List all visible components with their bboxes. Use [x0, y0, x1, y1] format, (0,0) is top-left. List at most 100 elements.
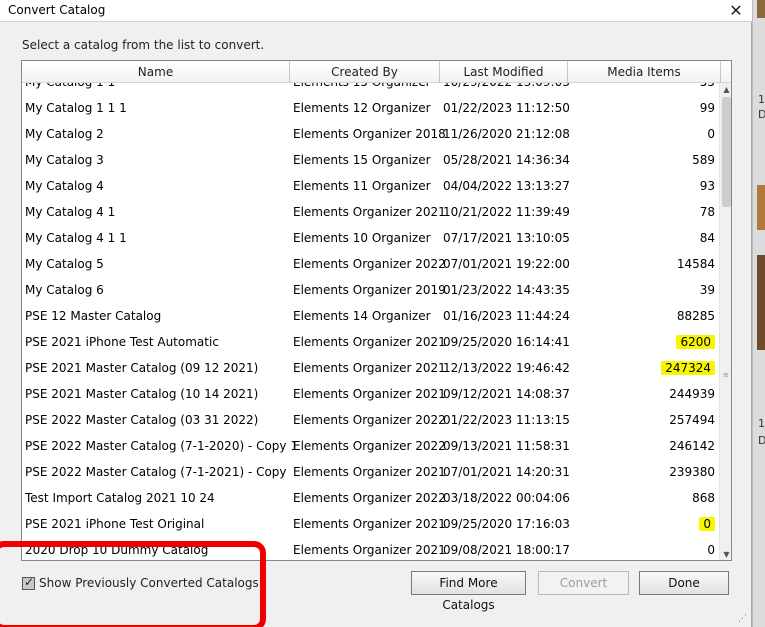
- media-value: 39: [699, 283, 715, 297]
- catalog-name-cell: 2020 Drop 10 Dummy Catalog: [25, 543, 209, 557]
- media-value: 244939: [669, 387, 715, 401]
- column-header-created-by[interactable]: Created By: [290, 61, 440, 83]
- catalog-name-cell: PSE 2022 Master Catalog (7-1-2021) - Cop…: [25, 465, 287, 479]
- table-row[interactable]: 2020 Drop 10 Dummy Catalog Elements Organ…: [22, 537, 719, 560]
- created-by-cell: Elements 12 Organizer: [293, 101, 431, 115]
- table-row[interactable]: My Catalog 5 Elements Organizer 2022 07/01…: [22, 251, 719, 277]
- table-row[interactable]: PSE 2021 Master Catalog (09 12 2021) Elem…: [22, 355, 719, 381]
- catalog-name-cell: My Catalog 5: [25, 257, 104, 271]
- created-by-cell: Elements 14 Organizer: [293, 309, 431, 323]
- media-items-cell: 84: [579, 225, 719, 251]
- table-row[interactable]: PSE 2021 iPhone Test Original Elements Or…: [22, 511, 719, 537]
- created-by-cell: Elements Organizer 2022: [293, 413, 446, 427]
- media-items-cell: 246142: [579, 433, 719, 459]
- media-items-cell: 868: [579, 485, 719, 511]
- catalog-name-cell: PSE 2022 Master Catalog (7-1-2020) - Cop…: [25, 439, 298, 453]
- last-modified-cell: 01/16/2023 11:44:24: [443, 309, 570, 323]
- table-row[interactable]: PSE 2021 iPhone Test Automatic Elements O…: [22, 329, 719, 355]
- background-photo: [757, 0, 765, 18]
- title-bar: Convert Catalog ✕: [0, 0, 752, 22]
- created-by-cell: Elements Organizer 2021: [293, 361, 446, 375]
- last-modified-cell: 05/28/2021 14:36:34: [443, 153, 570, 167]
- background-text: 1: [758, 93, 765, 106]
- table-row[interactable]: PSE 2022 Master Catalog (7-1-2020) - Cop…: [22, 433, 719, 459]
- close-button[interactable]: ✕: [724, 1, 748, 21]
- created-by-cell: Elements Organizer 2021: [293, 335, 446, 349]
- column-header-last-modified[interactable]: Last Modified: [440, 61, 568, 83]
- media-items-cell: 78: [579, 199, 719, 225]
- media-value: 589: [692, 153, 715, 167]
- media-items-cell: 247324: [579, 355, 719, 381]
- table-row[interactable]: My Catalog 2 Elements Organizer 2018 11/26…: [22, 121, 719, 147]
- catalog-name-cell: My Catalog 4: [25, 179, 104, 193]
- media-value: 78: [699, 205, 715, 219]
- last-modified-cell: 07/01/2021 19:22:00: [443, 257, 570, 271]
- scroll-down-arrow-icon[interactable]: ▼: [720, 548, 731, 560]
- catalog-name-cell: My Catalog 4 1 1: [25, 231, 127, 245]
- table-row[interactable]: My Catalog 4 1 1 Elements 10 Organizer 07/…: [22, 225, 719, 251]
- created-by-cell: Elements Organizer 2018: [293, 127, 446, 141]
- list-body: My Catalog 1 1 Elements 15 Organizer 10/29…: [22, 83, 719, 560]
- background-window: 1 D 1 D: [752, 0, 765, 627]
- last-modified-cell: 10/21/2022 11:39:49: [443, 205, 570, 219]
- last-modified-cell: 09/25/2020 17:16:03: [443, 517, 570, 531]
- created-by-cell: Elements 11 Organizer: [293, 179, 431, 193]
- list-header: Name Created By Last Modified Media Item…: [22, 61, 731, 83]
- table-row[interactable]: My Catalog 6 Elements Organizer 2019 01/23…: [22, 277, 719, 303]
- catalog-name-cell: PSE 2021 iPhone Test Original: [25, 517, 205, 531]
- media-items-cell: 0: [579, 537, 719, 560]
- background-text: D: [758, 434, 765, 447]
- background-text: 1: [758, 417, 765, 430]
- media-value: 55: [700, 83, 715, 89]
- media-value: 99: [699, 101, 715, 115]
- table-row[interactable]: My Catalog 4 Elements 11 Organizer 04/04/2…: [22, 173, 719, 199]
- instruction-text: Select a catalog from the list to conver…: [22, 38, 265, 52]
- media-value: 246142: [669, 439, 715, 453]
- media-items-cell: 55: [579, 83, 719, 95]
- scroll-thumb[interactable]: [722, 97, 731, 207]
- media-items-cell: 589: [579, 147, 719, 173]
- created-by-cell: Elements Organizer 2022: [293, 257, 446, 271]
- table-row[interactable]: My Catalog 1 1 1 Elements 12 Organizer 01/…: [22, 95, 719, 121]
- media-items-cell: 257494: [579, 407, 719, 433]
- table-row[interactable]: My Catalog 1 1 Elements 15 Organizer 10/29…: [22, 83, 719, 95]
- catalog-name-cell: Test Import Catalog 2021 10 24: [25, 491, 215, 505]
- column-header-media-items[interactable]: Media Items: [568, 61, 721, 83]
- last-modified-cell: 03/18/2022 00:04:06: [443, 491, 570, 505]
- table-row[interactable]: PSE 2021 Master Catalog (10 14 2021) Elem…: [22, 381, 719, 407]
- resize-grip-icon[interactable]: ⋰: [738, 614, 747, 624]
- last-modified-cell: 09/13/2021 11:58:31: [443, 439, 570, 453]
- table-row[interactable]: PSE 2022 Master Catalog (03 31 2022) Elem…: [22, 407, 719, 433]
- catalog-list[interactable]: Name Created By Last Modified Media Item…: [21, 60, 732, 561]
- last-modified-cell: 09/08/2021 18:00:17: [443, 543, 570, 557]
- media-items-cell: 99: [579, 95, 719, 121]
- table-row[interactable]: PSE 12 Master Catalog Elements 14 Organiz…: [22, 303, 719, 329]
- last-modified-cell: 01/22/2023 11:13:15: [443, 413, 570, 427]
- table-row[interactable]: PSE 2022 Master Catalog (7-1-2021) - Cop…: [22, 459, 719, 485]
- media-items-cell: 88285: [579, 303, 719, 329]
- show-converted-checkbox[interactable]: Show Previously Converted Catalogs: [22, 574, 259, 592]
- last-modified-cell: 07/17/2021 13:10:05: [443, 231, 570, 245]
- table-row[interactable]: My Catalog 4 1 Elements Organizer 2021 10/…: [22, 199, 719, 225]
- convert-button[interactable]: Convert: [538, 571, 629, 595]
- vertical-scrollbar[interactable]: ▲ ≡ ▼: [719, 83, 731, 560]
- catalog-name-cell: My Catalog 3: [25, 153, 104, 167]
- table-row[interactable]: Test Import Catalog 2021 10 24 Elements O…: [22, 485, 719, 511]
- done-button[interactable]: Done: [639, 571, 729, 595]
- media-value: 84: [699, 231, 715, 245]
- media-items-cell: 93: [579, 173, 719, 199]
- created-by-cell: Elements Organizer 2021: [293, 543, 446, 557]
- catalog-name-cell: My Catalog 2: [25, 127, 104, 141]
- background-text: D: [758, 108, 765, 121]
- created-by-cell: Elements Organizer 2021: [293, 465, 446, 479]
- column-header-name[interactable]: Name: [22, 61, 290, 83]
- checkbox-checked-icon[interactable]: [22, 575, 35, 590]
- catalog-name-cell: My Catalog 6: [25, 283, 104, 297]
- last-modified-cell: 12/13/2022 19:46:42: [443, 361, 570, 375]
- find-more-catalogs-button[interactable]: Find More Catalogs: [411, 571, 526, 612]
- table-row[interactable]: My Catalog 3 Elements 15 Organizer 05/28/2…: [22, 147, 719, 173]
- created-by-cell: Elements Organizer 2021: [293, 205, 446, 219]
- catalog-name-cell: My Catalog 4 1: [25, 205, 116, 219]
- scroll-up-arrow-icon[interactable]: ▲: [720, 83, 731, 96]
- media-items-cell: 0: [579, 511, 719, 537]
